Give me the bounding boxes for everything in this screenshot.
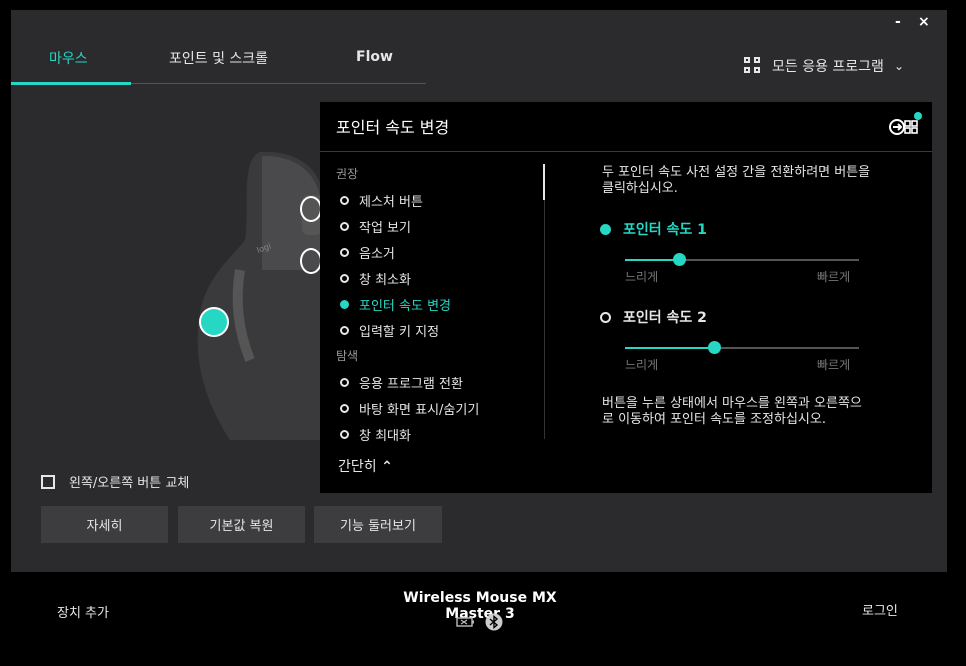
pointer-speed-2-option[interactable]: 포인터 속도 2	[600, 307, 707, 327]
swap-buttons-checkbox[interactable]: 왼쪽/오른쪽 버튼 교체	[41, 472, 189, 491]
action-list[interactable]: 권장 제스처 버튼 작업 보기 음소거 창 최소화 포인터 속도 변경 입력할 …	[320, 162, 545, 442]
list-item-label: 창 최소화	[359, 273, 411, 288]
slider-handle[interactable]	[707, 341, 721, 354]
description-text: 두 포인터 속도 사전 설정 간을 전환하려면 버튼을 클릭하십시오.	[602, 165, 871, 196]
panel-title: 포인터 속도 변경	[336, 118, 450, 137]
list-item-label: 작업 보기	[359, 221, 411, 236]
fast-label: 빠르게	[817, 358, 851, 372]
category-label: 탐색	[336, 349, 359, 363]
radio-icon	[340, 378, 349, 387]
radio-icon	[340, 404, 349, 413]
list-item-selected[interactable]: 포인터 속도 변경	[340, 295, 451, 314]
radio-selected-icon	[340, 300, 349, 309]
button-hotspot[interactable]	[300, 248, 322, 274]
chevron-down-icon: ⌄	[893, 59, 905, 73]
tab-point-scroll[interactable]: 포인트 및 스크롤	[169, 48, 268, 68]
list-item[interactable]: 입력할 키 지정	[340, 321, 439, 340]
list-item[interactable]: 작업 보기	[340, 217, 411, 236]
radio-icon	[600, 311, 611, 323]
instruction-text: 버튼을 누른 상태에서 마우스를 왼쪽과 오른쪽으로 이동하여 포인터 속도를 …	[602, 396, 862, 427]
mouse-image: logi	[197, 151, 325, 440]
scrollbar-track[interactable]	[544, 164, 545, 439]
fast-label: 빠르게	[817, 270, 851, 284]
action-panel: 포인터 속도 변경 권장 제스처 버튼 작업 보기 음소거 창 최소화 포인터 …	[320, 102, 932, 493]
app-selector-label: 모든 응용 프로그램	[772, 59, 884, 75]
list-item-label: 입력할 키 지정	[359, 325, 440, 340]
radio-icon	[340, 274, 349, 283]
grid-icon	[744, 57, 762, 75]
list-item-label: 바탕 화면 표시/숨기기	[359, 403, 480, 418]
checkbox-label: 왼쪽/오른쪽 버튼 교체	[69, 476, 190, 491]
tab-flow[interactable]: Flow	[356, 49, 393, 65]
pointer-speed-1-option[interactable]: 포인터 속도 1	[600, 219, 707, 239]
details-button[interactable]: 자세히	[41, 506, 168, 543]
tab-mouse[interactable]: 마우스	[49, 48, 88, 68]
add-device-button[interactable]: 장치 추가	[57, 602, 109, 621]
list-item-label: 응용 프로그램 전환	[359, 377, 463, 392]
tab-divider	[131, 83, 426, 84]
list-item[interactable]: 제스처 버튼	[340, 191, 423, 210]
slow-label: 느리게	[625, 358, 659, 372]
minimize-button[interactable]: -	[895, 14, 901, 30]
pointer-speed-2-slider[interactable]	[625, 341, 859, 354]
slow-label: 느리게	[625, 270, 659, 284]
list-item[interactable]: 음소거	[340, 243, 395, 262]
close-button[interactable]: ×	[918, 14, 930, 30]
bluetooth-icon	[485, 613, 503, 631]
radio-icon	[340, 248, 349, 257]
selected-button-hotspot[interactable]	[199, 307, 229, 337]
chevron-up-icon: ⌃	[381, 459, 393, 475]
speed-label: 포인터 속도 1	[623, 222, 707, 238]
list-item-label: 음소거	[359, 247, 395, 262]
list-item[interactable]: 창 최소화	[340, 269, 411, 288]
category-label: 권장	[336, 167, 359, 181]
battery-icon	[456, 617, 474, 627]
list-item-label: 제스처 버튼	[359, 195, 423, 210]
collapse-label: 간단히	[338, 459, 377, 475]
scrollbar-thumb[interactable]	[543, 164, 545, 200]
list-item-label: 포인터 속도 변경	[359, 299, 451, 314]
radio-icon	[340, 326, 349, 335]
radio-icon	[340, 196, 349, 205]
feature-tour-button[interactable]: 기능 둘러보기	[314, 506, 442, 543]
list-item[interactable]: 창 최대화	[340, 425, 411, 442]
gesture-hotspot[interactable]	[300, 196, 322, 222]
panel-divider	[320, 151, 932, 152]
app-selector[interactable]: 모든 응용 프로그램 ⌄	[744, 55, 904, 77]
speed-label: 포인터 속도 2	[623, 310, 707, 326]
checkbox-icon	[41, 474, 55, 489]
pointer-speed-icon	[889, 112, 922, 135]
radio-icon	[340, 430, 349, 439]
pointer-speed-1-slider[interactable]	[625, 253, 859, 266]
list-item[interactable]: 바탕 화면 표시/숨기기	[340, 399, 479, 418]
device-name[interactable]: Wireless Mouse MX Master 3	[380, 590, 580, 622]
list-item-label: 창 최대화	[359, 429, 411, 442]
collapse-button[interactable]: 간단히 ⌃	[338, 456, 393, 476]
slider-handle[interactable]	[672, 253, 686, 266]
radio-icon	[340, 222, 349, 231]
active-tab-indicator	[11, 82, 131, 85]
list-item[interactable]: 응용 프로그램 전환	[340, 373, 463, 392]
restore-defaults-button[interactable]: 기본값 복원	[178, 506, 305, 543]
radio-selected-icon	[600, 223, 611, 235]
login-button[interactable]: 로그인	[862, 600, 898, 619]
